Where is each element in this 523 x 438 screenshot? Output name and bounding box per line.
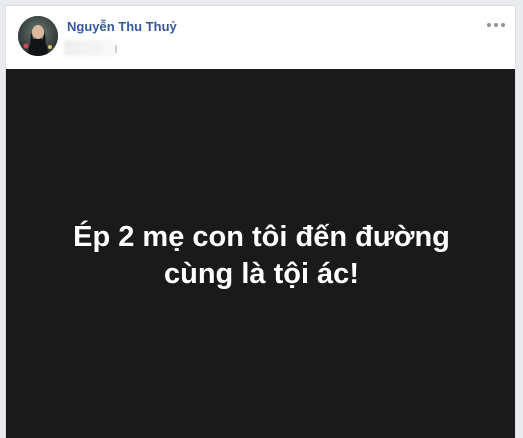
post-text-background[interactable]: Ép 2 mẹ con tôi đến đường cùng là tội ác… (6, 69, 515, 438)
avatar-image (18, 16, 58, 56)
more-dots-icon (487, 23, 491, 27)
post-header: Nguyễn Thu Thuỷ (6, 6, 515, 69)
post-message-line: cùng là tội ác! (164, 258, 359, 290)
author-avatar[interactable] (18, 16, 58, 56)
privacy-icon (115, 45, 117, 53)
post-card: Nguyễn Thu Thuỷ Ép 2 mẹ con tôi đến đườn… (5, 5, 516, 438)
more-options-button[interactable] (487, 19, 505, 31)
more-dots-icon (501, 23, 505, 27)
author-name[interactable]: Nguyễn Thu Thuỷ (67, 19, 177, 34)
more-dots-icon (494, 23, 498, 27)
post-message-line: Ép 2 mẹ con tôi đến đường (73, 221, 450, 253)
post-timestamp-redacted (64, 40, 116, 56)
post-message: Ép 2 mẹ con tôi đến đường cùng là tội ác… (6, 219, 515, 293)
